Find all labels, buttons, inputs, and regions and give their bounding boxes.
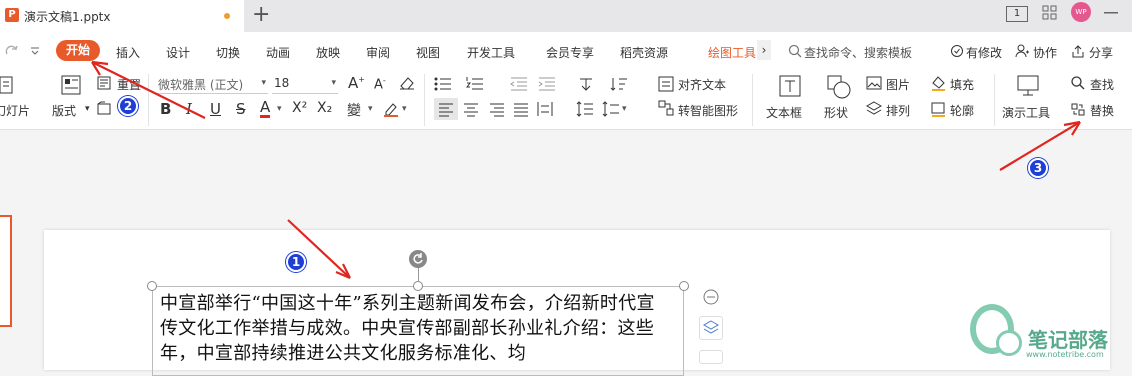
watermark-name: 笔记部落 [1028,328,1108,352]
annotation-badge-1: 1 [286,252,306,272]
arrow-to-start-tab [91,61,206,119]
watermark: 笔记部落 www.notetribe.com [940,300,1130,362]
watermark-pen-icon [996,330,1022,356]
annotation-badge-2: 2 [118,96,138,116]
watermark-url: www.notetribe.com [1026,350,1104,359]
annotation-badge-3: 3 [1028,158,1048,178]
